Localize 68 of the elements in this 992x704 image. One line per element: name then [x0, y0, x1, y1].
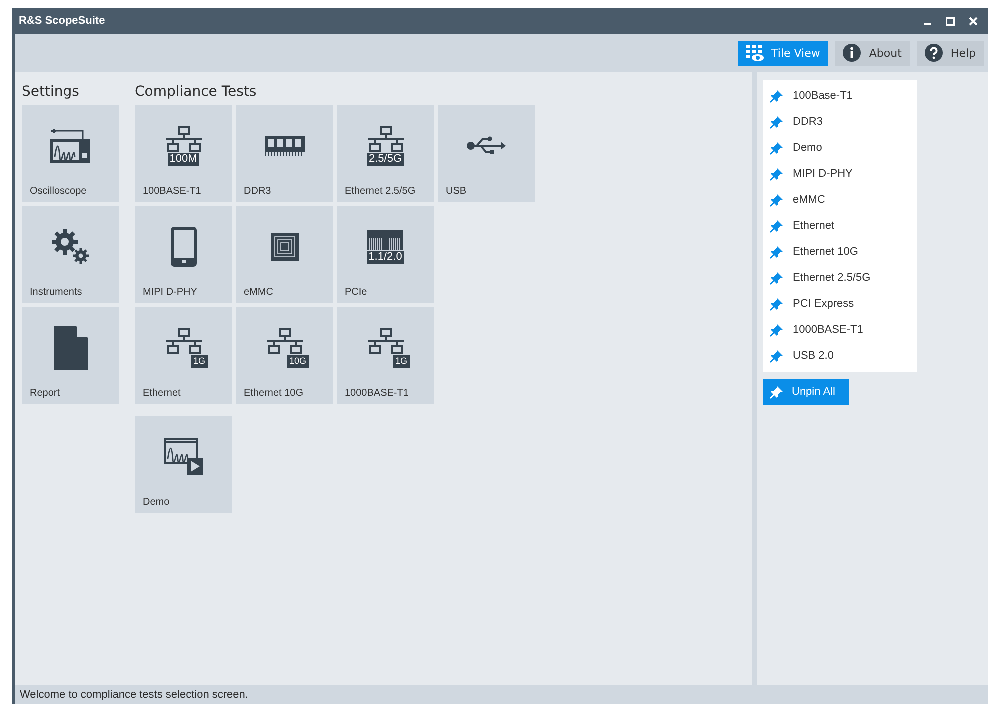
speed-badge: 100M [168, 152, 200, 166]
settings-tile[interactable]: Report [22, 307, 119, 404]
pin-icon [770, 350, 783, 362]
test-tile[interactable]: 10G Ethernet 10G [236, 307, 333, 404]
gears-icon [50, 228, 90, 266]
pinned-item[interactable]: PCI Express [763, 291, 917, 317]
chip-icon [270, 232, 298, 260]
settings-tile[interactable]: Instruments [22, 206, 119, 303]
test-tile[interactable]: 1.1/2.0 PCIe [337, 206, 434, 303]
test-tile[interactable]: MIPI D-PHY [135, 206, 232, 303]
test-tile[interactable]: 1G Ethernet [135, 307, 232, 404]
pinned-item[interactable]: MIPI D-PHY [763, 161, 917, 187]
pinned-item[interactable]: Ethernet 2.5/5G [763, 265, 917, 291]
speed-badge: 1G [393, 354, 410, 368]
status-text: Welcome to compliance tests selection screen. [20, 688, 248, 700]
pinned-item[interactable]: DDR3 [763, 109, 917, 135]
tiles-icon [746, 44, 764, 62]
usb-icon [466, 134, 506, 156]
memory-module-icon [264, 136, 304, 156]
pinned-item[interactable]: USB 2.0 [763, 343, 917, 369]
pin-icon [770, 298, 783, 310]
pin-icon [770, 324, 783, 336]
section-heading: Compliance Tests [135, 84, 258, 102]
pinned-item[interactable]: Ethernet [763, 213, 917, 239]
test-tile[interactable]: Demo [135, 416, 232, 513]
speed-badge: 2.5/5G [366, 152, 404, 166]
settings-tile[interactable]: Oscilloscope [22, 105, 119, 202]
toolbar-button[interactable]: About [835, 40, 910, 66]
pin-icon [770, 116, 783, 128]
network-icon [164, 328, 204, 354]
test-tile[interactable]: USB [438, 105, 535, 202]
version-badge: 1.1/2.0 [366, 250, 404, 264]
pinned-item[interactable]: eMMC [763, 187, 917, 213]
close-icon[interactable] [969, 16, 978, 26]
pinned-item[interactable]: Demo [763, 135, 917, 161]
smartphone-icon [170, 226, 196, 266]
network-icon [164, 126, 204, 152]
network-icon [366, 328, 406, 354]
demo-play-icon [164, 438, 204, 476]
network-icon [366, 126, 406, 152]
pinned-item[interactable]: 1000BASE-T1 [763, 317, 917, 343]
speed-badge: 1G [191, 354, 208, 368]
pin-icon [770, 194, 783, 206]
pinned-item[interactable]: 100Base-T1 [763, 83, 917, 109]
test-tile[interactable]: 1G 1000BASE-T1 [337, 307, 434, 404]
pin-icon [770, 272, 783, 284]
pcie-slot-icon [367, 230, 404, 250]
test-tile[interactable]: DDR3 [236, 105, 333, 202]
maximize-icon[interactable] [946, 16, 955, 26]
section-heading: Settings [22, 84, 80, 102]
speed-badge: 10G [287, 354, 308, 368]
test-tile[interactable]: 2.5/5G Ethernet 2.5/5G [337, 105, 434, 202]
pin-icon [770, 168, 783, 180]
toolbar-button[interactable]: Help [916, 40, 984, 66]
window-title: R&S ScopeSuite [19, 15, 106, 27]
pin-icon [770, 246, 783, 258]
pin-icon [770, 220, 783, 232]
test-tile[interactable]: 100M 100BASE-T1 [135, 105, 232, 202]
info-icon [843, 44, 862, 62]
document-icon [54, 326, 88, 370]
pin-icon [770, 90, 783, 102]
pinned-item[interactable]: Ethernet 10G [763, 239, 917, 265]
oscilloscope-icon [48, 126, 92, 164]
test-tile[interactable]: eMMC [236, 206, 333, 303]
pin-icon [770, 142, 783, 154]
pin-icon [770, 386, 783, 398]
help-icon [924, 44, 943, 62]
network-icon [264, 328, 304, 354]
